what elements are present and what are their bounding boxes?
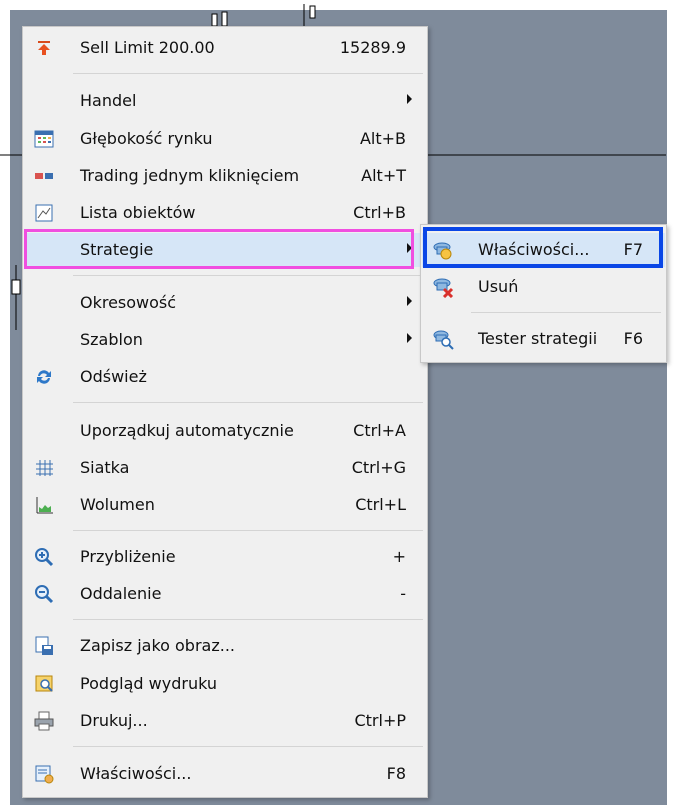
submenu-item-shortcut: F7 xyxy=(623,240,643,259)
chart-context-menu: Sell Limit 200.00 15289.9 Handel Głęboko… xyxy=(22,26,428,798)
menu-item-print-preview[interactable]: Podgląd wydruku xyxy=(24,667,426,701)
menu-item-label: Szablon xyxy=(80,330,143,349)
menu-item-market-depth[interactable]: Głębokość rynku Alt+B xyxy=(24,122,426,156)
object-list-icon xyxy=(34,203,54,223)
menu-item-zoom-out[interactable]: Oddalenie - xyxy=(24,577,426,611)
strategy-properties-icon xyxy=(432,239,454,261)
menu-separator xyxy=(73,275,423,276)
menu-item-shortcut: + xyxy=(392,547,406,566)
menu-item-shortcut: Ctrl+G xyxy=(351,458,406,477)
market-depth-icon xyxy=(34,129,54,149)
menu-item-properties[interactable]: Właściwości... F8 xyxy=(24,757,426,791)
submenu-item-properties[interactable]: Właściwości... F7 xyxy=(422,233,665,267)
submenu-item-label: Tester strategii xyxy=(478,329,598,348)
grid-icon xyxy=(34,458,54,478)
submenu-item-label: Usuń xyxy=(478,277,519,296)
menu-item-shortcut: 15289.9 xyxy=(339,38,406,57)
print-preview-icon xyxy=(34,674,54,694)
menu-item-shortcut: Ctrl+A xyxy=(353,421,406,440)
menu-item-grid[interactable]: Siatka Ctrl+G xyxy=(24,451,426,485)
menu-item-label: Zapisz jako obraz... xyxy=(80,636,235,655)
sell-arrow-icon xyxy=(34,38,54,58)
menu-item-shortcut: Ctrl+L xyxy=(355,495,406,514)
menu-item-shortcut: F8 xyxy=(386,764,406,783)
menu-item-one-click-trading[interactable]: Trading jednym kliknięciem Alt+T xyxy=(24,159,426,193)
menu-item-save-as-image[interactable]: Zapisz jako obraz... xyxy=(24,629,426,663)
menu-separator xyxy=(73,73,423,74)
strategy-tester-icon xyxy=(432,328,454,350)
strategie-submenu: Właściwości... F7 Usuń Tester strategii … xyxy=(420,224,667,363)
print-icon xyxy=(34,711,54,731)
menu-item-label: Handel xyxy=(80,91,137,110)
menu-item-zoom-in[interactable]: Przybliżenie + xyxy=(24,540,426,574)
menu-item-label: Odśwież xyxy=(80,367,147,386)
submenu-separator xyxy=(471,312,661,313)
save-image-icon xyxy=(34,636,54,656)
menu-item-label: Podgląd wydruku xyxy=(80,674,218,693)
menu-item-label: Sell Limit 200.00 xyxy=(80,38,215,57)
menu-item-label: Siatka xyxy=(80,458,130,477)
menu-item-periodicity[interactable]: Okresowość xyxy=(24,286,426,320)
menu-item-label: Przybliżenie xyxy=(80,547,176,566)
menu-separator xyxy=(73,746,423,747)
one-click-trading-icon xyxy=(34,166,54,186)
menu-item-label: Właściwości... xyxy=(80,764,192,783)
submenu-item-remove[interactable]: Usuń xyxy=(422,270,665,304)
menu-item-handel[interactable]: Handel xyxy=(24,84,426,118)
menu-item-shortcut: - xyxy=(400,584,406,603)
menu-item-label: Drukuj... xyxy=(80,711,148,730)
submenu-arrow-icon xyxy=(407,296,412,306)
menu-item-shortcut: Alt+T xyxy=(361,166,406,185)
menu-separator xyxy=(73,402,423,403)
properties-icon xyxy=(34,764,54,784)
menu-item-label: Trading jednym kliknięciem xyxy=(80,166,300,185)
refresh-icon xyxy=(34,367,54,387)
menu-item-shortcut: Ctrl+B xyxy=(353,203,406,222)
menu-item-label: Głębokość rynku xyxy=(80,129,213,148)
menu-item-print[interactable]: Drukuj... Ctrl+P xyxy=(24,704,426,738)
zoom-out-icon xyxy=(34,584,54,604)
menu-item-auto-arrange[interactable]: Uporządkuj automatycznie Ctrl+A xyxy=(24,414,426,448)
menu-item-label: Oddalenie xyxy=(80,584,162,603)
menu-item-shortcut: Alt+B xyxy=(359,129,406,148)
submenu-arrow-icon xyxy=(407,243,412,253)
menu-item-shortcut: Ctrl+P xyxy=(354,711,406,730)
menu-item-strategie[interactable]: Strategie xyxy=(24,233,426,267)
menu-item-refresh[interactable]: Odśwież xyxy=(24,360,426,394)
submenu-item-label: Właściwości... xyxy=(478,240,590,259)
submenu-arrow-icon xyxy=(407,333,412,343)
menu-item-label: Strategie xyxy=(80,240,154,259)
submenu-item-strategy-tester[interactable]: Tester strategii F6 xyxy=(422,322,665,356)
volume-icon xyxy=(34,495,54,515)
menu-separator xyxy=(73,530,423,531)
menu-item-sell-limit[interactable]: Sell Limit 200.00 15289.9 xyxy=(24,31,426,65)
menu-separator xyxy=(73,619,423,620)
menu-item-template[interactable]: Szablon xyxy=(24,323,426,357)
submenu-arrow-icon xyxy=(407,94,412,104)
strategy-remove-icon xyxy=(432,276,454,299)
menu-item-label: Uporządkuj automatycznie xyxy=(80,421,294,440)
menu-item-object-list[interactable]: Lista obiektów Ctrl+B xyxy=(24,196,426,230)
submenu-item-shortcut: F6 xyxy=(623,329,643,348)
menu-item-volume[interactable]: Wolumen Ctrl+L xyxy=(24,488,426,522)
zoom-in-icon xyxy=(34,547,54,567)
menu-item-label: Wolumen xyxy=(80,495,155,514)
menu-item-label: Lista obiektów xyxy=(80,203,196,222)
menu-item-label: Okresowość xyxy=(80,293,177,312)
